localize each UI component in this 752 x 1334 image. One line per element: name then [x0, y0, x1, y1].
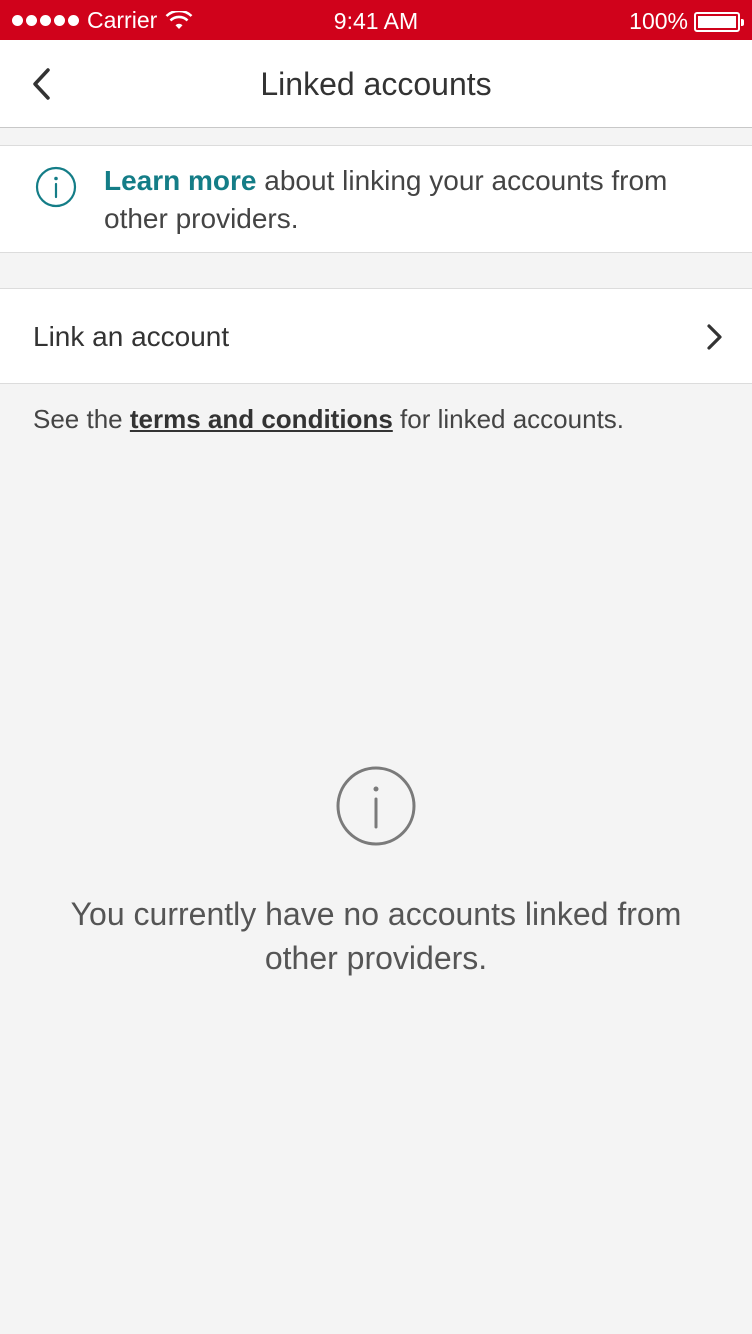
info-banner: Learn more about linking your accounts f… — [0, 145, 752, 253]
battery-percent: 100% — [629, 8, 688, 34]
learn-more-link[interactable]: Learn more — [104, 165, 257, 196]
terms-link[interactable]: terms and conditions — [130, 404, 393, 434]
chevron-right-icon — [707, 324, 722, 350]
link-account-row[interactable]: Link an account — [0, 288, 752, 384]
terms-suffix: for linked accounts. — [392, 404, 625, 434]
info-text: Learn more about linking your accounts f… — [104, 162, 724, 238]
empty-state-info-icon — [336, 766, 416, 846]
empty-state-message: You currently have no accounts linked fr… — [70, 896, 682, 976]
link-account-label: Link an account — [33, 321, 230, 352]
status-bar: Carrier 9:41 AM 100% — [0, 0, 752, 40]
terms-text: See the terms and conditions for linked … — [33, 404, 624, 435]
battery-icon — [694, 11, 744, 32]
status-right: 100% — [629, 8, 744, 35]
info-icon — [35, 166, 77, 208]
page-title: Linked accounts — [260, 66, 492, 102]
nav-bar: Linked accounts — [0, 40, 752, 128]
terms-prefix: See the — [33, 404, 130, 434]
